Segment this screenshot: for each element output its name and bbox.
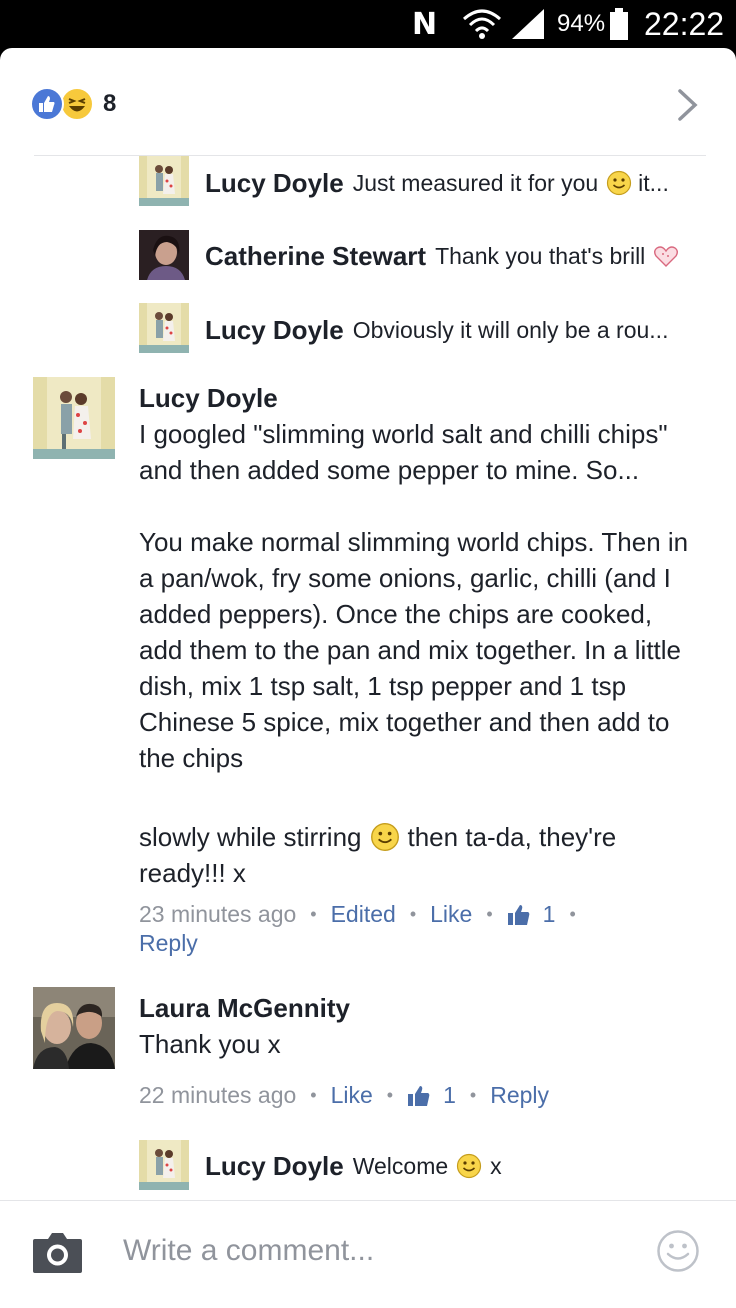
chevron-right-icon[interactable] xyxy=(676,88,700,122)
composer-divider xyxy=(0,1200,736,1201)
comment-body-line: slowly while stirring then ta-da, they'r… xyxy=(139,819,699,855)
avatar[interactable] xyxy=(139,156,189,206)
battery-percent: 94% xyxy=(557,10,606,37)
reply-text: Welcome xyxy=(352,1152,449,1179)
heart-emoji-icon xyxy=(654,246,679,267)
reply-button[interactable]: Reply xyxy=(490,1082,549,1109)
reply-item[interactable]: Catherine Stewart Thank you that's brill xyxy=(205,238,685,274)
battery-icon xyxy=(608,0,630,48)
avatar[interactable] xyxy=(139,1140,189,1190)
like-count[interactable]: 1 xyxy=(507,901,555,928)
wifi-icon xyxy=(462,0,502,48)
avatar[interactable] xyxy=(139,303,189,353)
signal-icon xyxy=(510,0,546,48)
thumbs-up-icon xyxy=(408,1085,430,1106)
comment-time[interactable]: 22 minutes ago xyxy=(139,1082,296,1109)
reply-text-suffix: it... xyxy=(638,169,669,196)
header-divider xyxy=(34,155,706,156)
comments-sheet: 8 Lucy Doyle Just measured it for you it… xyxy=(0,48,736,1308)
smiley-emoji-icon xyxy=(607,170,632,196)
reply-item[interactable]: Lucy Doyle Welcome x xyxy=(205,1148,502,1184)
like-button[interactable]: Like xyxy=(331,1082,373,1109)
avatar[interactable] xyxy=(139,230,189,280)
like-count[interactable]: 1 xyxy=(407,1082,456,1109)
reply-author[interactable]: Catherine Stewart xyxy=(205,241,426,272)
reply-author[interactable]: Lucy Doyle xyxy=(205,315,344,346)
reply-item[interactable]: Lucy Doyle Just measured it for you it..… xyxy=(205,165,669,201)
edited-link[interactable]: Edited xyxy=(331,901,396,928)
comment-meta: Reply xyxy=(139,930,198,957)
reactions-summary[interactable]: 8 xyxy=(30,86,116,122)
comment-body: I googled "slimming world salt and chill… xyxy=(139,419,689,773)
comment-author[interactable]: Laura McGennity xyxy=(139,993,350,1024)
avatar[interactable] xyxy=(33,377,115,459)
reply-author[interactable]: Lucy Doyle xyxy=(205,1151,344,1182)
reply-author[interactable]: Lucy Doyle xyxy=(205,168,344,199)
smiley-icon[interactable] xyxy=(656,1229,700,1273)
smiley-emoji-icon xyxy=(457,1153,482,1179)
reaction-count: 8 xyxy=(103,90,117,117)
camera-icon[interactable] xyxy=(32,1231,83,1274)
comment-body-text: slowly while stirring xyxy=(139,822,362,852)
comment-body-text: then ta-da, they're xyxy=(407,822,617,852)
thumbs-up-icon xyxy=(507,904,529,925)
comment-body-text: ready!!! x xyxy=(139,858,246,888)
status-bar: N 94% 22:22 xyxy=(0,0,736,48)
haha-reaction-icon xyxy=(60,87,94,121)
like-button[interactable]: Like xyxy=(430,901,472,928)
reply-button[interactable]: Reply xyxy=(139,930,198,957)
like-reaction-icon xyxy=(30,87,64,121)
reply-text: Thank you that's brill xyxy=(435,242,646,269)
comment-author[interactable]: Lucy Doyle xyxy=(139,383,278,414)
n-network-icon: N xyxy=(412,6,437,42)
comment-body: Thank you x xyxy=(139,1029,281,1059)
comment-meta: 22 minutes ago • Like • 1 • Reply xyxy=(139,1082,550,1109)
reply-text-suffix: x xyxy=(490,1152,502,1179)
reply-text: Obviously it will only be a rou... xyxy=(352,316,669,343)
smiley-emoji-icon xyxy=(370,823,399,851)
avatar[interactable] xyxy=(33,987,115,1069)
reply-item[interactable]: Lucy Doyle Obviously it will only be a r… xyxy=(205,312,668,348)
comment-input[interactable] xyxy=(123,1228,623,1274)
status-time: 22:22 xyxy=(644,5,725,42)
reply-text: Just measured it for you xyxy=(352,169,599,196)
comment-time[interactable]: 23 minutes ago xyxy=(139,901,296,928)
comment-meta: 23 minutes ago • Edited • Like • 1 • xyxy=(139,901,576,928)
